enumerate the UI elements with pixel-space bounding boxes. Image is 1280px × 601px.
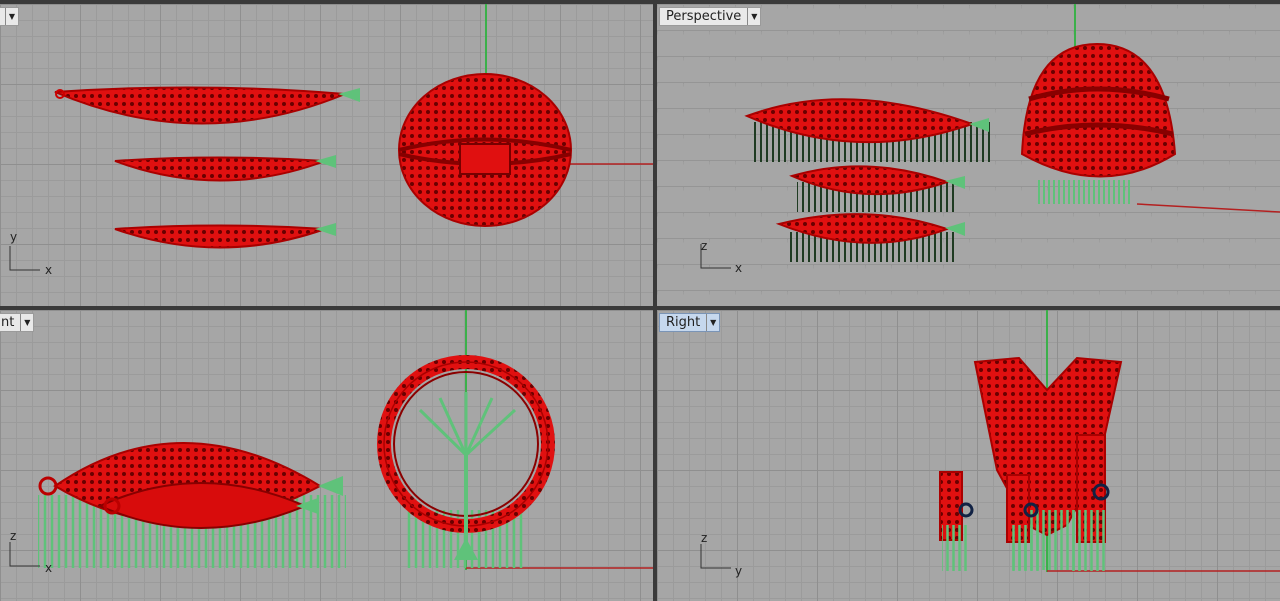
chevron-down-icon[interactable]: ▼ (20, 314, 33, 331)
viewport-front-scene: z x (9, 310, 653, 575)
pendant-persp-3 (775, 213, 965, 262)
axis-label-vertical: z (701, 531, 707, 545)
axis-label-vertical: z (10, 529, 16, 543)
ring-front (377, 355, 555, 568)
axis-label-vertical: z (701, 239, 707, 253)
pendant-top-1 (54, 86, 360, 125)
viewport-perspective-scene: z x (700, 4, 1280, 275)
viewport-top-scene: y x (9, 4, 653, 277)
viewport-label-right[interactable]: Right ▼ (659, 313, 721, 332)
chevron-down-icon[interactable]: ▼ (747, 8, 760, 25)
axis-label-horizontal: y (735, 564, 742, 578)
ring-persp (1020, 42, 1177, 204)
viewport-title: Perspective (666, 9, 742, 24)
pendant-top-2 (114, 155, 336, 182)
viewport-top[interactable]: ▼ y x (0, 4, 653, 306)
axis-label-horizontal: x (45, 263, 52, 277)
axis-label-horizontal: x (735, 261, 742, 275)
viewport-perspective[interactable]: Perspective ▼ z x (657, 4, 1280, 306)
viewport-title: nt (1, 315, 15, 330)
viewport-label-perspective[interactable]: Perspective ▼ (659, 7, 762, 26)
pendant-top-3 (114, 223, 336, 249)
ring-top (398, 73, 572, 227)
pendants-front (38, 442, 346, 568)
viewport-front[interactable]: nt ▼ z x (0, 310, 653, 601)
pendant-persp-1 (744, 98, 992, 162)
viewport-title: Right (666, 315, 701, 330)
pendant-persp-2 (789, 165, 965, 212)
axis-label-vertical: y (10, 230, 17, 244)
chevron-down-icon[interactable]: ▼ (706, 314, 719, 331)
axis-label-horizontal: x (45, 561, 52, 575)
chevron-down-icon[interactable]: ▼ (5, 8, 18, 25)
viewport-label-top[interactable]: ▼ (0, 7, 19, 26)
viewport-right[interactable]: Right ▼ z y (657, 310, 1280, 601)
viewport-right-scene: z y (700, 310, 1280, 578)
viewport-label-front[interactable]: nt ▼ (0, 313, 35, 332)
